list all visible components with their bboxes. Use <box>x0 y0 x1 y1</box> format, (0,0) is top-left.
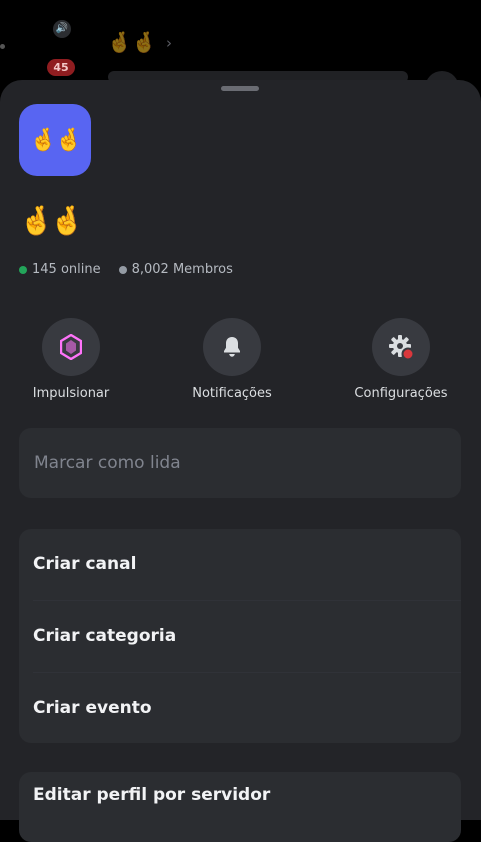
server-icon: 🤞🤞 <box>19 104 91 176</box>
create-channel-button[interactable]: Criar canal <box>19 529 461 600</box>
quick-actions: Impulsionar Notificações Configurações <box>0 318 481 408</box>
mark-read-card: Marcar como lida <box>19 428 461 498</box>
background-app: 🔊 🤞🤞 › 45 <box>0 0 481 105</box>
edit-profile-card: Editar perfil por servidor <box>19 772 461 842</box>
create-category-button[interactable]: Criar categoria <box>19 601 461 672</box>
online-count: 145 online <box>32 262 101 277</box>
settings-label: Configurações <box>354 386 448 401</box>
background-channel-emoji: 🤞🤞 <box>107 30 157 54</box>
mention-badge: 45 <box>47 59 75 76</box>
speaker-icon: 🔊 <box>53 20 71 38</box>
create-options-card: Criar canal Criar categoria Criar evento <box>19 529 461 743</box>
boost-button[interactable]: Impulsionar <box>1 318 141 401</box>
chevron-right-icon: › <box>166 34 172 52</box>
create-event-button[interactable]: Criar evento <box>19 673 461 744</box>
server-name: 🤞🤞 <box>19 204 85 237</box>
server-stats: 145 online 8,002 Membros <box>19 262 233 277</box>
server-options-sheet: 🤞🤞 🤞🤞 145 online 8,002 Membros Impulsion… <box>0 80 481 842</box>
boost-label: Impulsionar <box>32 386 110 401</box>
drag-handle[interactable] <box>221 86 259 91</box>
unread-dot <box>0 44 5 49</box>
boost-gem-icon <box>42 318 100 376</box>
mark-as-read-button[interactable]: Marcar como lida <box>19 428 461 498</box>
notifications-button[interactable]: Notificações <box>162 318 302 401</box>
notifications-label: Notificações <box>192 386 272 401</box>
gear-icon <box>372 318 430 376</box>
settings-button[interactable]: Configurações <box>331 318 471 401</box>
members-dot-icon <box>118 265 127 274</box>
online-dot-icon <box>19 265 27 274</box>
edit-server-profile-button[interactable]: Editar perfil por servidor <box>19 772 461 818</box>
member-count: 8,002 Membros <box>131 262 233 277</box>
bell-icon <box>203 318 261 376</box>
